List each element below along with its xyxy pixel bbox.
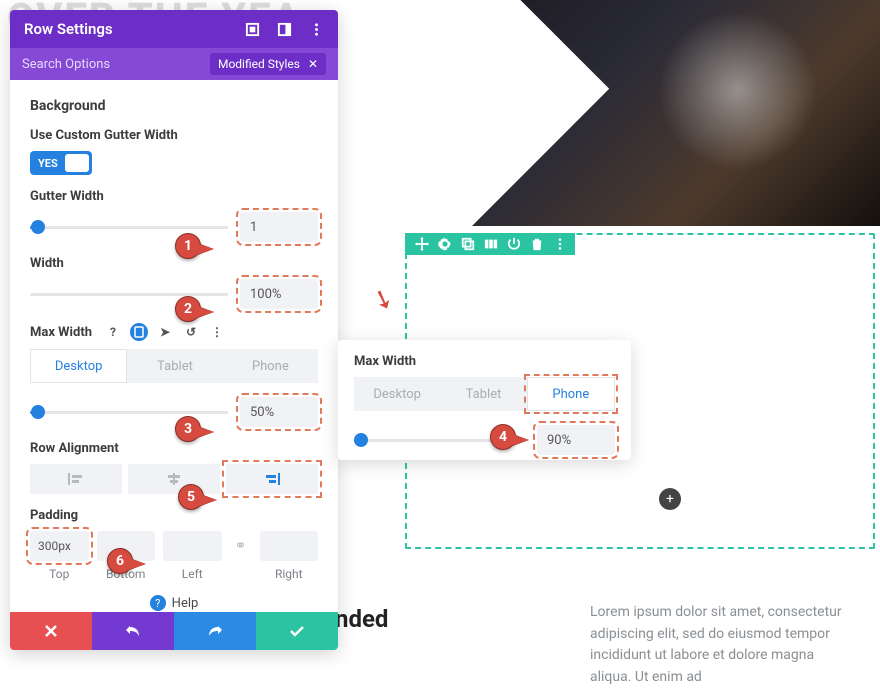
popover-tabs: Desktop Tablet Phone	[354, 377, 615, 411]
label-padding: Padding	[30, 508, 318, 523]
truncated-heading: nded	[335, 605, 388, 633]
cursor-icon[interactable]: ➤	[156, 323, 174, 341]
tablet-icon[interactable]	[130, 323, 148, 341]
panel-title: Row Settings	[24, 20, 113, 38]
input-padding-right[interactable]	[260, 531, 319, 561]
label-width: Width	[30, 256, 318, 271]
reset-icon[interactable]: ↺	[182, 323, 200, 341]
filter-chip-label: Modified Styles	[218, 57, 300, 71]
columns-icon[interactable]	[484, 237, 498, 251]
label-row-align: Row Alignment	[30, 441, 318, 456]
label-max-width: Max Width ? ➤ ↺ ⋮	[30, 323, 318, 341]
hero-image	[405, 0, 880, 226]
align-center-button[interactable]	[128, 464, 220, 494]
input-width-value[interactable]: 100%	[240, 279, 318, 309]
popover-slider-max-width[interactable]	[354, 430, 525, 450]
popover-label-max-width: Max Width	[354, 354, 615, 369]
more-icon[interactable]: ⋮	[208, 323, 226, 341]
cancel-button[interactable]	[10, 612, 92, 650]
expand-icon[interactable]	[244, 21, 260, 37]
add-row-button[interactable]: +	[659, 488, 681, 510]
input-padding-left[interactable]	[163, 531, 222, 561]
panel-footer	[10, 612, 338, 650]
label-padding-left: Left	[182, 567, 203, 581]
search-placeholder: Search Options	[22, 57, 110, 72]
row-toolbar	[405, 233, 575, 255]
section-background: Background	[30, 98, 318, 114]
move-icon[interactable]	[415, 237, 429, 251]
help-link[interactable]: ? Help	[30, 595, 318, 611]
save-button[interactable]	[256, 612, 338, 650]
slider-gutter[interactable]	[30, 217, 228, 237]
settings-panel: Row Settings Search Options Modified Sty…	[10, 10, 338, 650]
label-gutter-width: Gutter Width	[30, 189, 318, 204]
trash-icon[interactable]	[530, 237, 544, 251]
popover-input-max-width[interactable]: 90%	[537, 425, 615, 455]
lorem-text: Lorem ipsum dolor sit amet, consectetur …	[590, 602, 850, 689]
align-left-button[interactable]	[30, 464, 122, 494]
help-label: Help	[172, 596, 199, 611]
help-icon[interactable]: ?	[104, 323, 122, 341]
gear-icon[interactable]	[438, 237, 452, 251]
tab-tablet[interactable]: Tablet	[127, 349, 222, 383]
popover-tab-phone[interactable]: Phone	[527, 377, 615, 411]
input-padding-bottom[interactable]	[97, 531, 156, 561]
align-right-button[interactable]	[226, 464, 318, 494]
kebab-icon[interactable]	[308, 21, 324, 37]
tab-phone[interactable]: Phone	[223, 349, 318, 383]
input-padding-top[interactable]: 300px	[30, 531, 89, 561]
toggle-custom-gutter[interactable]: YES	[30, 151, 92, 175]
tab-desktop[interactable]: Desktop	[30, 349, 127, 383]
label-padding-right: Right	[275, 567, 303, 581]
close-icon[interactable]: ✕	[308, 57, 318, 71]
duplicate-icon[interactable]	[461, 237, 475, 251]
toggle-knob	[65, 154, 89, 172]
label-padding-bottom: Bottom	[106, 567, 145, 581]
toggle-label: YES	[38, 157, 58, 170]
slider-width[interactable]	[30, 284, 228, 304]
panel-header: Row Settings	[10, 10, 338, 48]
label-custom-gutter: Use Custom Gutter Width	[30, 128, 318, 143]
input-gutter-value[interactable]: 1	[240, 212, 318, 242]
max-width-popover: Max Width Desktop Tablet Phone 90%	[338, 340, 631, 460]
redo-button[interactable]	[174, 612, 256, 650]
input-max-width-value[interactable]: 50%	[240, 397, 318, 427]
popover-tab-desktop[interactable]: Desktop	[354, 377, 440, 411]
responsive-tabs: Desktop Tablet Phone	[30, 349, 318, 383]
help-icon: ?	[150, 595, 166, 611]
label-padding-top: Top	[49, 567, 69, 581]
undo-button[interactable]	[92, 612, 174, 650]
panel-search-bar[interactable]: Search Options Modified Styles ✕	[10, 48, 338, 80]
popover-tab-tablet[interactable]: Tablet	[440, 377, 526, 411]
dock-icon[interactable]	[276, 21, 292, 37]
slider-max-width[interactable]	[30, 402, 228, 422]
filter-chip-modified[interactable]: Modified Styles ✕	[210, 53, 326, 75]
power-icon[interactable]	[507, 237, 521, 251]
link-values-icon[interactable]: ⚭	[230, 538, 252, 554]
more-icon[interactable]	[553, 237, 567, 251]
